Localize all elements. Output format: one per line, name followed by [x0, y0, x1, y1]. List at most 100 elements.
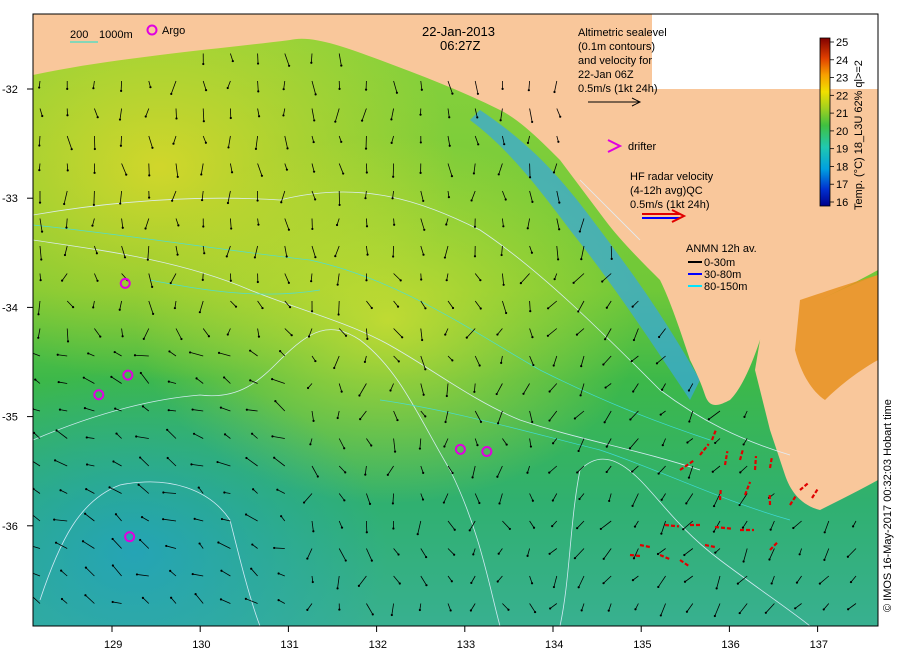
velocity-arrow-head: [444, 420, 447, 424]
velocity-arrow-head: [66, 114, 69, 117]
velocity-arrow-head: [135, 573, 139, 576]
velocity-arrow-head: [38, 169, 41, 172]
velocity-arrow-head: [204, 141, 207, 144]
velocity-arrow-head: [120, 89, 123, 92]
velocity-arrow-head: [306, 386, 310, 390]
velocity-arrow-head: [251, 543, 254, 546]
velocity-arrow-head: [391, 502, 394, 505]
velocity-arrow-head: [142, 337, 145, 341]
velocity-arrow-head: [682, 528, 685, 531]
velocity-arrow-head: [602, 557, 605, 560]
velocity-arrow-head: [220, 569, 223, 572]
velocity-arrow-head: [311, 227, 314, 231]
velocity-arrow-head: [312, 530, 315, 533]
velocity-arrow-head: [254, 147, 258, 150]
velocity-arrow-head: [244, 513, 248, 516]
velocity-arrow-head: [505, 311, 508, 315]
velocity-arrow-head: [365, 225, 369, 228]
velocity-arrow-head: [445, 223, 448, 226]
velocity-arrow-head: [118, 308, 121, 311]
colorbar-tick-label: 19: [836, 144, 848, 156]
velocity-arrow-head: [580, 609, 583, 612]
velocity-arrow-head: [280, 515, 283, 518]
velocity-arrow-head: [366, 253, 369, 256]
velocity-arrow-head: [532, 526, 536, 529]
velocity-arrow-head: [256, 62, 260, 65]
velocity-arrow-head: [286, 147, 289, 150]
velocity-arrow-head: [631, 504, 634, 507]
velocity-arrow-head: [738, 503, 741, 507]
velocity-arrow-head: [53, 459, 57, 462]
velocity-arrow-head: [742, 443, 745, 446]
velocity-arrow-head: [280, 201, 283, 204]
velocity-arrow-head: [217, 541, 220, 544]
lon-tick-label: 130: [192, 639, 210, 651]
velocity-arrow-head: [632, 557, 636, 560]
velocity-arrow-head: [580, 258, 583, 261]
svg-text:ANMN 12h av.: ANMN 12h av.: [686, 243, 757, 255]
colorbar-tick-label: 23: [836, 73, 848, 85]
velocity-arrow-head: [111, 564, 114, 567]
velocity-arrow-head: [605, 470, 608, 474]
velocity-arrow-head: [739, 471, 742, 474]
velocity-arrow-head: [261, 306, 264, 310]
velocity-arrow-head: [599, 527, 602, 531]
velocity-arrow-head: [234, 305, 238, 308]
velocity-arrow-head: [82, 376, 85, 379]
velocity-arrow-head: [37, 313, 40, 316]
velocity-arrow-head: [578, 497, 581, 501]
velocity-arrow-head: [504, 198, 507, 201]
velocity-arrow-head: [443, 256, 447, 259]
lon-tick-label: 135: [633, 639, 651, 651]
velocity-arrow-head: [253, 256, 257, 259]
velocity-arrow-head: [357, 584, 360, 587]
velocity-arrow-head: [655, 362, 659, 365]
velocity-arrow-head: [285, 168, 289, 171]
velocity-arrow-head: [336, 283, 339, 286]
velocity-arrow-head: [453, 553, 456, 556]
colorbar-tick-label: 16: [836, 197, 848, 209]
velocity-arrow-head: [166, 428, 169, 431]
velocity-arrow-head: [445, 394, 448, 398]
velocity-arrow-head: [715, 587, 718, 590]
velocity-arrow-head: [93, 171, 96, 174]
velocity-arrow-head: [273, 546, 276, 550]
velocity-arrow-head: [336, 587, 339, 590]
velocity-arrow-head: [580, 365, 583, 368]
velocity-arrow-head: [548, 471, 551, 474]
velocity-arrow-head: [66, 87, 69, 90]
velocity-arrow-head: [707, 418, 710, 421]
velocity-arrow-head: [370, 559, 373, 562]
velocity-arrow-head: [764, 611, 767, 614]
lat-tick-label: -36: [2, 521, 18, 533]
velocity-arrow-head: [334, 120, 337, 123]
velocity-arrow-head: [121, 335, 124, 338]
velocity-arrow-head: [449, 609, 452, 612]
velocity-arrow-head: [360, 119, 364, 122]
lon-tick-label: 134: [545, 639, 563, 651]
velocity-arrow-head: [29, 351, 31, 353]
velocity-arrow-head: [577, 449, 580, 453]
velocity-arrow-head: [364, 147, 368, 150]
velocity-arrow-head: [364, 473, 367, 476]
velocity-arrow-head: [30, 459, 32, 461]
velocity-arrow-head: [660, 388, 664, 391]
velocity-arrow-head: [396, 418, 399, 422]
velocity-arrow-head: [630, 360, 633, 363]
velocity-arrow-head: [200, 173, 203, 176]
velocity-arrow-head: [279, 350, 282, 353]
velocity-arrow-head: [176, 253, 179, 256]
velocity-arrow-head: [309, 443, 312, 446]
velocity-arrow-head: [337, 313, 340, 316]
velocity-arrow-head: [177, 224, 180, 227]
svg-text:0.5m/s (1kt 24h): 0.5m/s (1kt 24h): [578, 83, 657, 95]
velocity-arrow-head: [344, 471, 347, 474]
velocity-arrow-head: [478, 364, 481, 367]
velocity-arrow-head: [530, 582, 534, 585]
velocity-arrow-head: [123, 256, 127, 259]
velocity-arrow-head: [57, 380, 60, 384]
velocity-arrow-head: [444, 333, 447, 336]
velocity-arrow-head: [397, 553, 400, 556]
colorbar-title: Temp. (°C) 18_L3U 62% ql>=2: [853, 60, 865, 210]
velocity-arrow-head: [288, 306, 292, 309]
